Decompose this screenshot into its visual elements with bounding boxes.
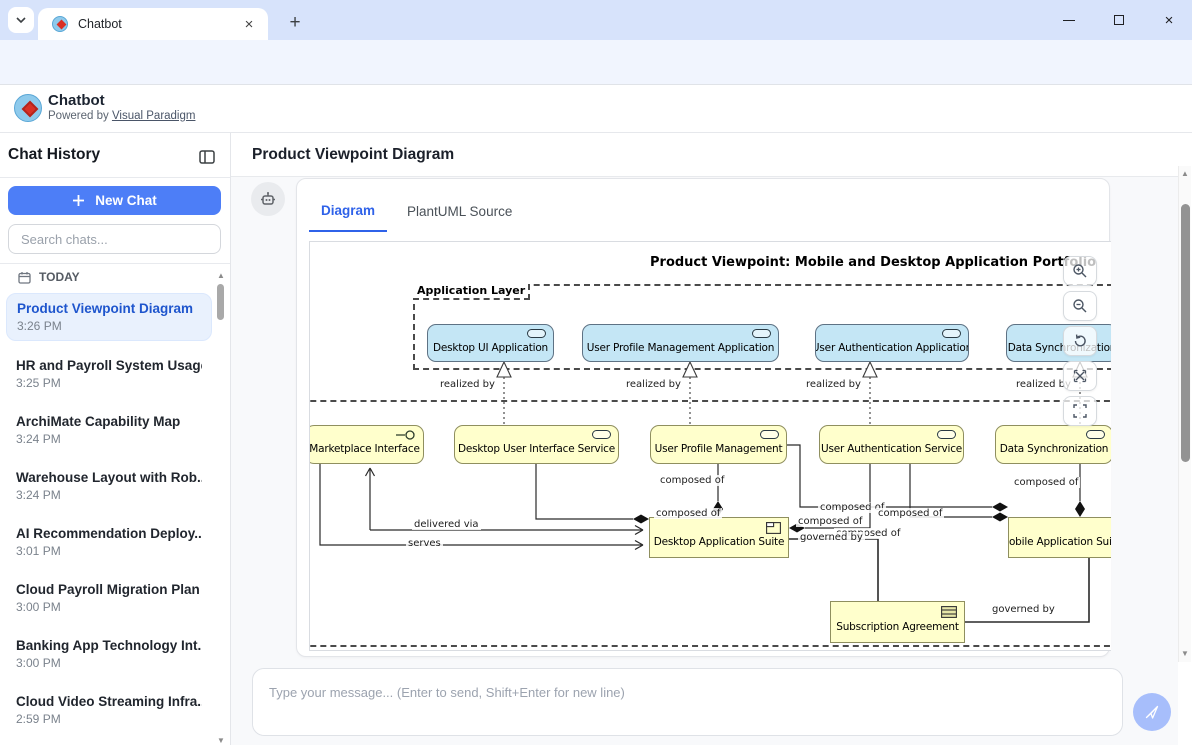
powered-by: Powered by Visual Paradigm xyxy=(48,110,195,122)
tab-bar: Diagram PlantUML Source xyxy=(309,197,524,232)
browser-tab[interactable]: Chatbot × xyxy=(38,8,268,40)
app-title: Chatbot xyxy=(48,92,105,109)
tab-search-chevron-icon[interactable] xyxy=(8,7,34,33)
product-icon xyxy=(766,522,781,537)
browser-toolbar: ai-toolbox.visual-paradigm.com/app/chatb… xyxy=(0,40,1192,85)
node-subscription-agreement[interactable]: Subscription Agreement xyxy=(830,601,965,643)
new-chat-button[interactable]: New Chat xyxy=(8,186,221,215)
main-scrollbar[interactable]: ▲ ▼ xyxy=(1178,166,1191,662)
tab-title: Chatbot xyxy=(78,17,240,31)
edge-label-composed-of: composed of xyxy=(658,475,726,486)
chat-item[interactable]: Cloud Video Streaming Infra... 2:59 PM xyxy=(6,687,212,735)
node-mobile-application-suite[interactable]: Mobile Application Suite xyxy=(1008,517,1111,558)
edge-label-composed-of: composed of xyxy=(1012,477,1080,488)
edge-label-composed-of: composed of xyxy=(654,508,722,519)
visual-paradigm-link[interactable]: Visual Paradigm xyxy=(112,110,196,122)
chat-content: Diagram PlantUML Source Product Viewpoin… xyxy=(231,177,1178,745)
realization-arrowheads xyxy=(497,362,1087,377)
chat-item[interactable]: Warehouse Layout with Rob... 3:24 PM xyxy=(6,463,212,511)
edge-label-serves: serves xyxy=(406,538,443,549)
zoom-reset-button[interactable] xyxy=(1063,326,1097,356)
sidebar: Chat History New Chat TODAY Product View… xyxy=(0,133,231,745)
edge-label-composed-of: composed of xyxy=(796,516,864,527)
diagram-zoom-controls xyxy=(1063,256,1097,426)
visual-paradigm-logo xyxy=(14,94,42,122)
divider xyxy=(0,263,230,264)
pan-move-button[interactable] xyxy=(1063,361,1097,391)
send-plane-icon xyxy=(1144,704,1160,720)
chat-item[interactable]: Banking App Technology Int... 3:00 PM xyxy=(6,631,212,679)
application-service-icon xyxy=(760,430,779,439)
edge-label-governed-by: governed by xyxy=(990,604,1057,615)
node-user-authentication-service[interactable]: User Authentication Service xyxy=(819,425,964,464)
contract-icon xyxy=(941,606,957,621)
window-minimize-button[interactable] xyxy=(1058,9,1080,31)
node-desktop-user-interface-service[interactable]: Desktop User Interface Service xyxy=(454,425,619,464)
new-tab-button[interactable]: + xyxy=(282,10,308,36)
application-component-icon xyxy=(527,329,546,338)
page-title: Product Viewpoint Diagram xyxy=(252,146,454,164)
application-service-icon xyxy=(592,430,611,439)
sidebar-title: Chat History xyxy=(8,146,100,164)
sidebar-scrollbar[interactable]: ▲ ▼ xyxy=(216,272,226,745)
diagram-viewport[interactable]: Product Viewpoint: Mobile and Desktop Ap… xyxy=(309,241,1111,651)
scroll-up-icon[interactable]: ▲ xyxy=(1181,170,1189,178)
scroll-up-icon[interactable]: ▲ xyxy=(217,272,225,280)
chat-item[interactable]: ArchiMate Capability Map 3:24 PM xyxy=(6,407,212,455)
message-composer xyxy=(252,668,1123,736)
application-service-icon xyxy=(1086,430,1105,439)
chat-item[interactable]: AI Recommendation Deploy... 3:01 PM xyxy=(6,519,212,567)
divider xyxy=(0,177,230,178)
edge-label-realized-by: realized by xyxy=(804,379,863,390)
fullscreen-button[interactable] xyxy=(1063,396,1097,426)
tab-diagram[interactable]: Diagram xyxy=(309,197,387,232)
zoom-in-button[interactable] xyxy=(1063,256,1097,286)
node-desktop-ui-application[interactable]: Desktop UI Application xyxy=(427,324,554,362)
calendar-icon xyxy=(18,271,31,284)
edge-label-delivered-via: delivered via xyxy=(412,519,481,530)
scroll-down-icon[interactable]: ▼ xyxy=(217,737,225,745)
application-service-icon xyxy=(937,430,956,439)
edge-label-realized-by: realized by xyxy=(438,379,497,390)
sidebar-collapse-icon[interactable] xyxy=(196,146,218,168)
edge-label-composed-of: composed of xyxy=(876,508,944,519)
bot-avatar-icon xyxy=(251,182,285,216)
application-component-icon xyxy=(942,329,961,338)
edge-label-governed-by: governed by xyxy=(798,532,865,543)
site-favicon xyxy=(52,16,68,32)
tab-plantuml-source[interactable]: PlantUML Source xyxy=(395,197,524,232)
today-section-header: TODAY xyxy=(18,270,80,284)
scroll-down-icon[interactable]: ▼ xyxy=(1181,650,1189,658)
window-maximize-button[interactable] xyxy=(1108,9,1130,31)
page: Chatbot × + × ai-toolbox.visual-paradigm… xyxy=(0,0,1192,745)
node-user-profile-management-application[interactable]: User Profile Management Application xyxy=(582,324,779,362)
tab-close-icon[interactable]: × xyxy=(240,15,258,33)
window-close-button[interactable]: × xyxy=(1158,9,1180,31)
node-data-synchronization-service[interactable]: Data Synchronization xyxy=(995,425,1111,464)
diagram-card: Diagram PlantUML Source Product Viewpoin… xyxy=(296,178,1110,657)
scrollbar-thumb[interactable] xyxy=(217,284,224,320)
chat-item[interactable]: Cloud Payroll Migration Plan 3:00 PM xyxy=(6,575,212,623)
plus-icon xyxy=(72,194,85,207)
main-title-bar: Product Viewpoint Diagram xyxy=(231,133,1178,177)
node-user-profile-management[interactable]: User Profile Management xyxy=(650,425,787,464)
edge-label-realized-by: realized by xyxy=(624,379,683,390)
chat-item[interactable]: Product Viewpoint Diagram 3:26 PM xyxy=(6,293,212,341)
browser-titlebar: Chatbot × + × xyxy=(0,0,1192,40)
node-user-authentication-application[interactable]: User Authentication Application xyxy=(815,324,969,362)
app-header: Chatbot Powered by Visual Paradigm More … xyxy=(0,85,1192,133)
zoom-out-button[interactable] xyxy=(1063,291,1097,321)
application-component-icon xyxy=(752,329,771,338)
search-input[interactable] xyxy=(8,224,221,254)
flow-edges xyxy=(320,464,643,550)
node-marketplace-interface[interactable]: Marketplace Interface xyxy=(309,425,424,464)
send-button[interactable] xyxy=(1133,693,1171,731)
message-input[interactable] xyxy=(253,669,1122,735)
scrollbar-thumb[interactable] xyxy=(1181,204,1190,462)
chat-item[interactable]: HR and Payroll System Usage 3:25 PM xyxy=(6,351,212,399)
node-desktop-application-suite[interactable]: Desktop Application Suite xyxy=(649,517,789,558)
interface-icon xyxy=(396,430,416,443)
